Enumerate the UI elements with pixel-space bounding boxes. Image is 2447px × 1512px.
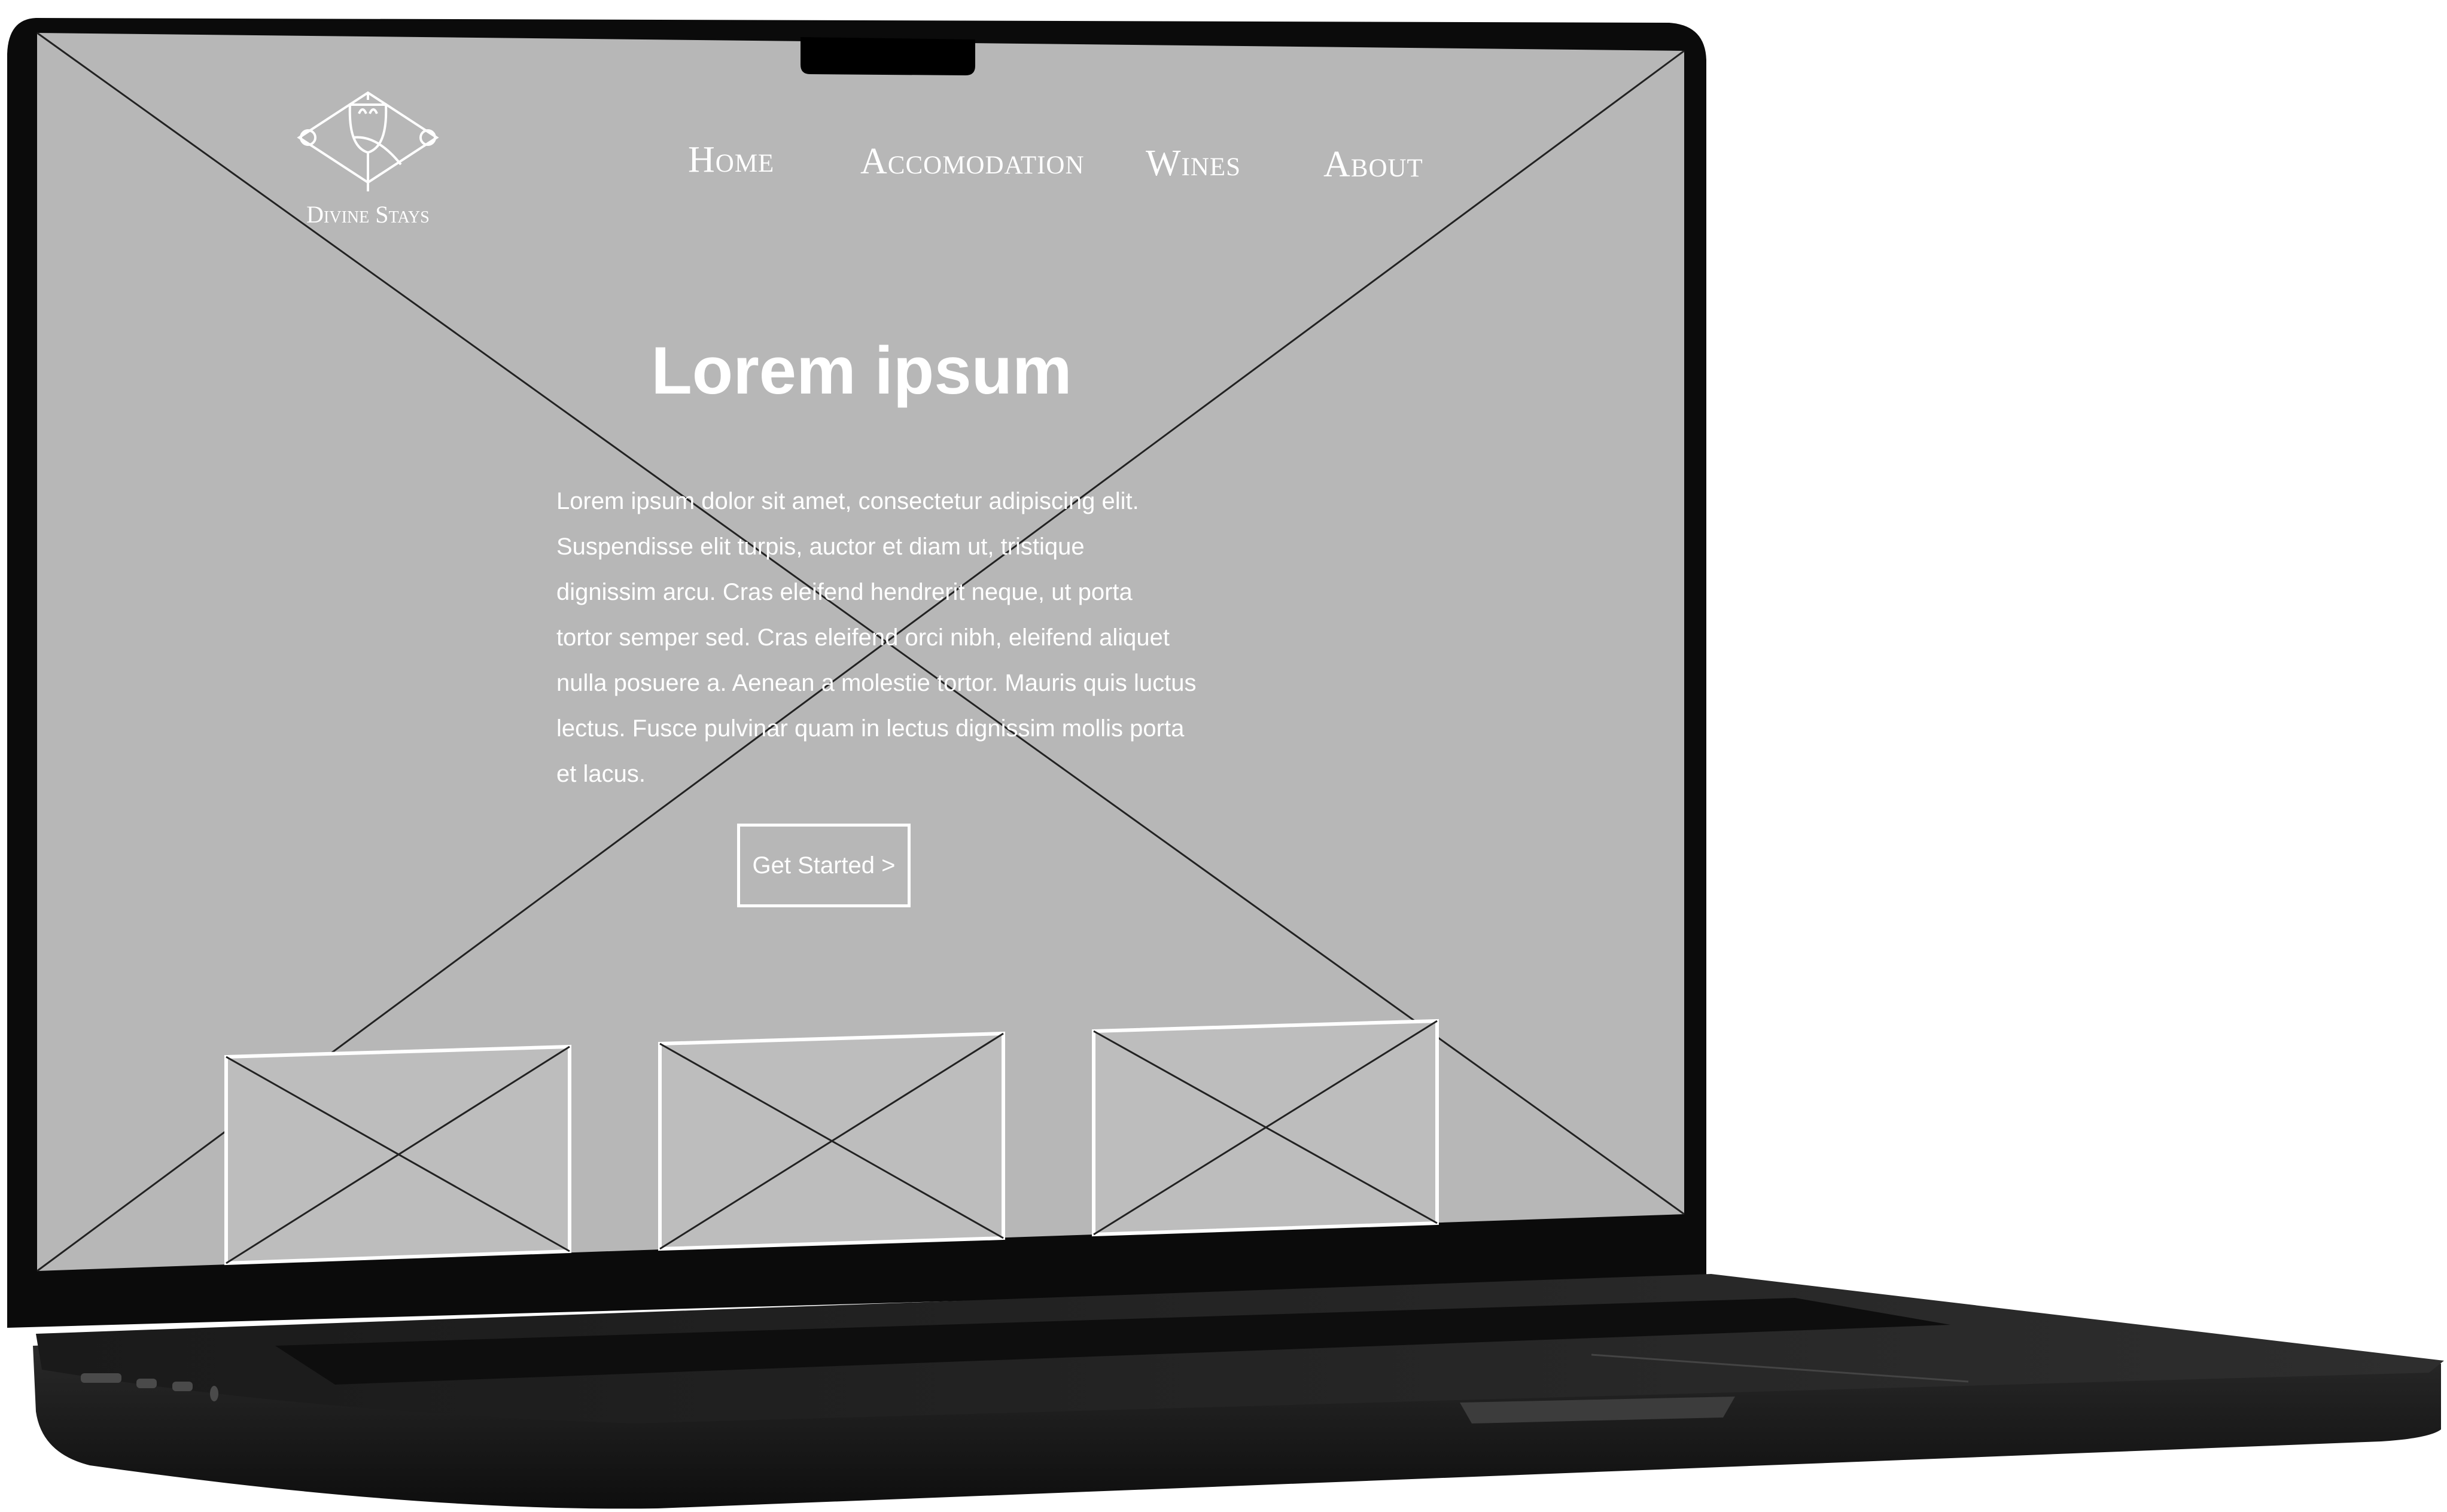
cards-row — [224, 1019, 1439, 1266]
card-2[interactable] — [658, 1031, 1005, 1251]
card-3[interactable] — [1092, 1019, 1439, 1237]
card-1[interactable] — [224, 1044, 571, 1266]
